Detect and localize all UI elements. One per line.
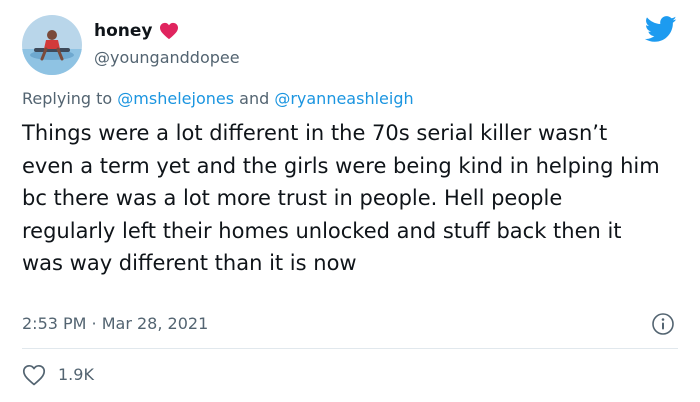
avatar-image [22,15,82,75]
tweet-timestamp[interactable]: 2:53 PM · Mar 28, 2021 [22,313,208,335]
twitter-bird-icon[interactable] [645,16,677,43]
author-handle[interactable]: @younganddopee [94,48,240,68]
mention-link-1[interactable]: @mshelejones [117,89,234,108]
author-display-name[interactable]: honey [94,20,179,42]
avatar[interactable] [22,15,82,75]
info-icon[interactable] [651,312,675,336]
replying-to-joiner: and [234,89,275,108]
tweet-text: Things were a lot different in the 70s s… [22,121,660,275]
replying-to-prefix: Replying to [22,89,118,108]
divider [22,348,678,349]
author-name-text: honey [94,21,153,41]
mention-link-2[interactable]: @ryanneashleigh [274,89,413,108]
like-count: 1.9K [58,365,94,384]
like-outline-icon[interactable] [22,364,46,386]
heart-icon [159,22,178,40]
like-action[interactable]: 1.9K [22,364,94,386]
replying-to-line: Replying to @mshelejones and @ryanneashl… [22,88,414,110]
